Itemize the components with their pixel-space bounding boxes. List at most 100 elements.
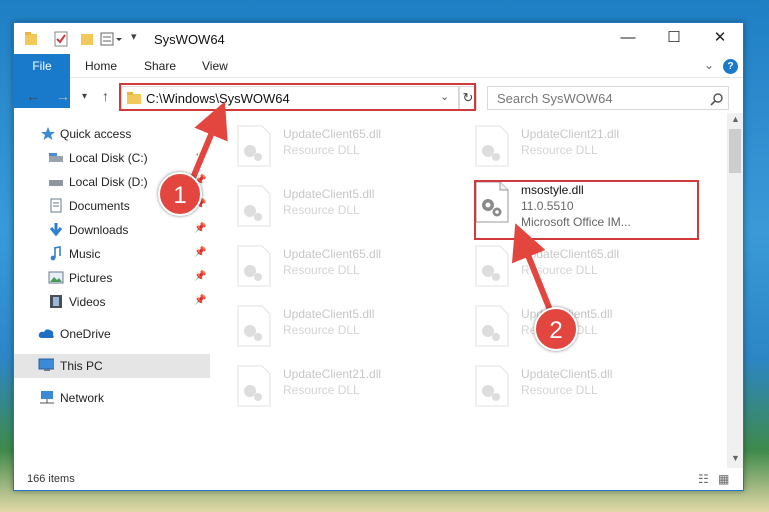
tab-home[interactable]: Home <box>85 54 117 78</box>
quick-access-dropdown-icon[interactable]: ▾ <box>131 30 137 46</box>
file-type: Resource DLL <box>283 203 360 217</box>
maximize-button[interactable]: ☐ <box>651 23 697 54</box>
item-count: 166 items <box>27 473 75 485</box>
dll-file-icon <box>237 305 271 347</box>
pin-icon[interactable]: 📌 <box>194 151 206 162</box>
drive-icon <box>49 153 63 162</box>
file-name: UpdateClient65.dll <box>283 127 382 141</box>
documents-icon <box>50 198 62 213</box>
sidebar-item-music[interactable]: Music 📌 <box>14 242 210 266</box>
pictures-icon <box>48 271 64 284</box>
navigation-bar: ← → ▾ ↑ C:\Windows\SysWOW64 ⌄ ↻ Search S… <box>14 80 743 112</box>
status-bar: 166 items ☷ ▦ <box>14 470 743 490</box>
sidebar-item-label: Pictures <box>69 271 113 285</box>
file-list: UpdateClient65.dll Resource DLL UpdateCl… <box>211 113 727 463</box>
file-item[interactable]: UpdateClient21.dll Resource DLL <box>449 117 679 171</box>
file-type: Resource DLL <box>283 143 360 157</box>
cloud-icon <box>38 329 54 338</box>
title-bar: ▾ SysWOW64 — ☐ ✕ <box>14 23 743 54</box>
customize-toolbar-icon[interactable] <box>100 31 124 47</box>
sidebar-item-quick-access[interactable]: Quick access <box>14 122 210 146</box>
scroll-down-icon[interactable]: ▼ <box>731 453 740 463</box>
sidebar-item-label: Videos <box>69 295 106 309</box>
up-arrow-icon[interactable]: ↑ <box>102 88 109 104</box>
pin-icon[interactable]: 📌 <box>194 223 206 234</box>
file-item[interactable]: UpdateClient65.dll Resource DLL <box>211 237 441 291</box>
computer-icon <box>38 358 54 371</box>
tab-view[interactable]: View <box>202 54 228 78</box>
scrollbar-thumb[interactable] <box>729 129 741 173</box>
dll-file-icon <box>237 185 271 227</box>
forward-arrow-icon[interactable]: → <box>56 88 70 104</box>
expand-ribbon-icon[interactable]: ⌄ <box>704 58 714 72</box>
step-2-badge: 2 <box>534 307 578 351</box>
file-name: UpdateClient5.dll <box>283 187 375 201</box>
sidebar-item-label: Quick access <box>60 127 132 141</box>
pin-icon[interactable]: 📌 <box>194 271 206 282</box>
file-type: Resource DLL <box>521 143 598 157</box>
large-icons-view-icon[interactable]: ▦ <box>718 472 729 486</box>
sidebar-item-label: This PC <box>60 359 103 373</box>
step-1-badge: 1 <box>158 172 202 216</box>
search-icon[interactable] <box>710 92 724 106</box>
file-name: UpdateClient65.dll <box>521 247 620 261</box>
sidebar-item-local-disk-c[interactable]: Local Disk (C:) 📌 <box>14 146 210 170</box>
dll-file-icon <box>237 245 271 287</box>
sidebar-item-this-pc[interactable]: This PC <box>14 354 210 378</box>
dll-file-icon <box>475 245 509 287</box>
file-item[interactable]: UpdateClient65.dll Resource DLL <box>211 117 441 171</box>
sidebar-item-downloads[interactable]: Downloads 📌 <box>14 218 210 242</box>
sidebar-item-label: Music <box>69 247 101 261</box>
file-type: Resource DLL <box>283 323 360 337</box>
properties-icon[interactable] <box>54 31 68 47</box>
file-type: Resource DLL <box>521 263 598 277</box>
tab-share[interactable]: Share <box>144 54 176 78</box>
download-arrow-icon <box>49 223 63 237</box>
sidebar-item-label: Network <box>60 391 105 405</box>
film-icon <box>50 295 62 308</box>
new-folder-icon[interactable] <box>80 31 94 47</box>
search-input[interactable]: Search SysWOW64 <box>487 86 729 110</box>
dll-file-icon <box>475 125 509 167</box>
vertical-scrollbar[interactable]: ▲ ▼ <box>727 113 743 468</box>
help-icon[interactable]: ? <box>723 59 738 74</box>
file-name: UpdateClient65.dll <box>283 247 382 261</box>
folder-icon[interactable] <box>24 31 38 47</box>
sidebar-item-pictures[interactable]: Pictures 📌 <box>14 266 210 290</box>
file-item[interactable]: UpdateClient5.dll Resource DLL <box>211 297 441 351</box>
close-button[interactable]: ✕ <box>697 23 743 54</box>
file-type: Resource DLL <box>283 383 360 397</box>
file-item[interactable]: UpdateClient65.dll Resource DLL <box>449 237 679 291</box>
file-name: UpdateClient5.dll <box>521 367 613 381</box>
file-item[interactable]: UpdateClient21.dll Resource DLL <box>211 357 441 411</box>
dll-file-icon <box>475 365 509 407</box>
msostyle-highlight <box>474 180 699 240</box>
dll-file-icon <box>237 125 271 167</box>
star-icon <box>41 127 55 140</box>
sidebar-item-network[interactable]: Network <box>14 386 210 410</box>
recent-locations-icon[interactable]: ▾ <box>82 91 87 102</box>
navigation-pane: Quick access Local Disk (C:) 📌 Local Dis… <box>14 118 210 458</box>
dll-file-icon <box>475 305 509 347</box>
sidebar-item-label: Local Disk (D:) <box>69 175 148 189</box>
minimize-button[interactable]: — <box>605 23 651 54</box>
search-placeholder: Search SysWOW64 <box>497 91 613 106</box>
back-arrow-icon[interactable]: ← <box>26 88 40 104</box>
sidebar-item-label: OneDrive <box>60 327 111 341</box>
file-type: Resource DLL <box>283 263 360 277</box>
address-bar-highlight <box>119 83 476 111</box>
file-item[interactable]: UpdateClient5.dll Resource DLL <box>449 357 679 411</box>
file-type: Resource DLL <box>521 383 598 397</box>
music-note-icon <box>50 246 61 261</box>
file-name: UpdateClient21.dll <box>283 367 382 381</box>
scroll-up-icon[interactable]: ▲ <box>731 114 740 124</box>
pin-icon[interactable]: 📌 <box>194 295 206 306</box>
pin-icon[interactable]: 📌 <box>194 247 206 258</box>
network-icon <box>40 391 54 404</box>
file-item[interactable]: UpdateClient5.dll Resource DLL <box>211 177 441 231</box>
window-title: SysWOW64 <box>154 32 225 47</box>
sidebar-item-videos[interactable]: Videos 📌 <box>14 290 210 314</box>
ribbon: File Home Share View ⌄ ? <box>14 54 743 108</box>
details-view-icon[interactable]: ☷ <box>698 472 709 486</box>
sidebar-item-onedrive[interactable]: OneDrive <box>14 322 210 346</box>
